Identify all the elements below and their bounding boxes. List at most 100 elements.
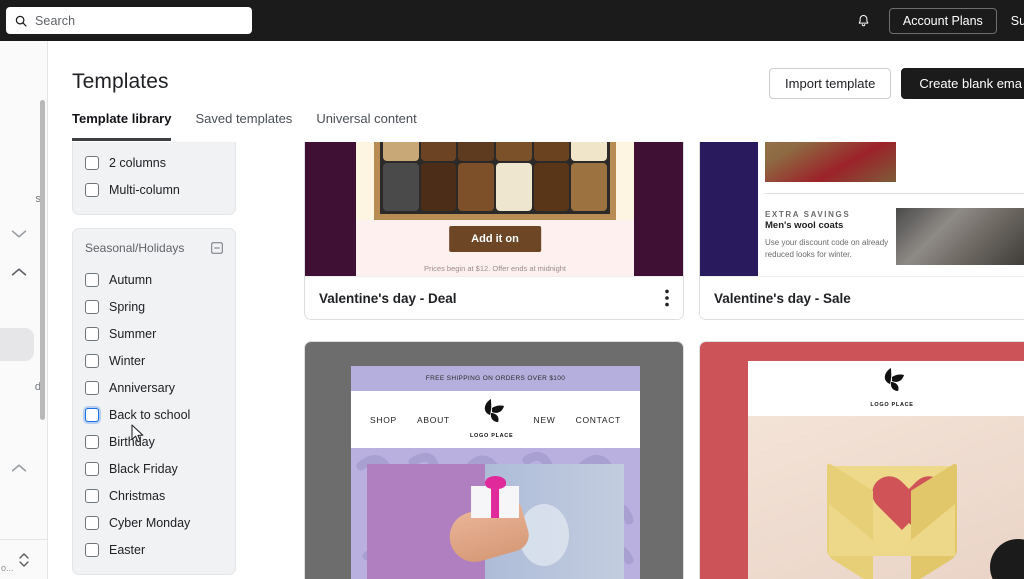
nav-link-about: ABOUT	[417, 414, 450, 425]
template-card-gift-purple[interactable]: FREE SHIPPING ON ORDERS OVER $100 SHOP A…	[304, 341, 684, 579]
hero-image-gift	[351, 448, 640, 579]
filter-group-seasonal-header[interactable]: Seasonal/Holidays	[85, 237, 223, 266]
search-icon	[15, 15, 27, 27]
template-card-valentines-sale[interactable]: EXTRA SAVINGS Men's wool coats Use your …	[699, 142, 1024, 320]
template-card-title: Valentine's day - Sale	[714, 290, 851, 306]
divider	[765, 193, 1024, 194]
brand-logo: LOGO PLACE	[470, 398, 513, 442]
filter-option-christmas[interactable]: Christmas	[85, 482, 223, 509]
filter-label-christmas: Christmas	[109, 488, 166, 503]
global-header: Search Account Plans Supp	[0, 0, 1024, 41]
filter-sidebar: 2 columns Multi-column Seasonal/Holidays	[72, 142, 236, 579]
tab-saved-templates[interactable]: Saved templates	[195, 111, 292, 141]
filter-label-summer: Summer	[109, 326, 157, 341]
template-card-envelope-red[interactable]: LOGO PLACE	[699, 341, 1024, 579]
thumb-inner: Add it on Prices begin at $12. Offer end…	[356, 142, 634, 276]
template-thumbnail-envelope-red[interactable]: LOGO PLACE	[700, 342, 1024, 579]
email-preview: LOGO PLACE	[748, 361, 1024, 579]
checkbox-anniversary[interactable]	[85, 380, 99, 395]
preview-logo-header: LOGO PLACE	[748, 361, 1024, 416]
checkbox-multi-column[interactable]	[85, 182, 99, 197]
savings-body: Use your discount code on already reduce…	[765, 238, 889, 259]
rail-scrollbar[interactable]	[40, 100, 45, 420]
scarf-photo	[896, 208, 1024, 265]
support-link[interactable]: Supp	[1011, 14, 1024, 28]
checkbox-summer[interactable]	[85, 326, 99, 341]
checkbox-christmas[interactable]	[85, 488, 99, 503]
chevron-up-icon-lower[interactable]	[8, 461, 30, 475]
filter-label-back-to-school: Back to school	[109, 407, 191, 422]
shipping-banner: FREE SHIPPING ON ORDERS OVER $100	[351, 366, 640, 391]
checkbox-2-columns[interactable]	[85, 155, 99, 170]
chevron-down-icon[interactable]	[8, 227, 30, 241]
thumb-inner: EXTRA SAVINGS Men's wool coats Use your …	[758, 142, 1024, 276]
left-nav-rail[interactable]: s d o...	[0, 41, 48, 579]
leaf-logo-icon	[484, 398, 504, 422]
shipping-banner-text: FREE SHIPPING ON ORDERS OVER $100	[425, 375, 566, 382]
template-card-footer: Valentine's day - Deal	[305, 276, 683, 319]
checkbox-cyber-monday[interactable]	[85, 515, 99, 530]
filter-option-cyber-monday[interactable]: Cyber Monday	[85, 509, 223, 536]
brand-logo-text: LOGO PLACE	[469, 432, 514, 439]
filter-option-birthday[interactable]: Birthday	[85, 428, 223, 455]
import-template-button[interactable]: Import template	[769, 68, 892, 99]
preview-cta-button: Add it on	[449, 226, 541, 252]
notifications-button[interactable]	[853, 10, 875, 32]
template-thumbnail-valentines-deal[interactable]: Add it on Prices begin at $12. Offer end…	[305, 142, 683, 276]
minus-square-icon[interactable]	[211, 242, 223, 254]
filter-option-back-to-school[interactable]: Back to school	[85, 401, 223, 428]
tab-universal-content[interactable]: Universal content	[316, 111, 416, 141]
rail-selected-item[interactable]	[0, 328, 34, 361]
leaf-logo-icon	[884, 367, 904, 391]
account-plans-button[interactable]: Account Plans	[888, 7, 997, 34]
search-input[interactable]: Search	[6, 7, 252, 34]
filter-label-anniversary: Anniversary	[109, 380, 175, 395]
checkbox-easter[interactable]	[85, 542, 99, 557]
page-header: Templates Import template Create blank e…	[48, 41, 1024, 142]
chevron-up-icon[interactable]	[8, 265, 30, 279]
email-preview: FREE SHIPPING ON ORDERS OVER $100 SHOP A…	[351, 366, 640, 579]
chocolate-box-image	[374, 142, 616, 220]
filter-option-easter[interactable]: Easter	[85, 536, 223, 563]
filter-label-multi-column: Multi-column	[109, 182, 180, 197]
filter-option-2-columns[interactable]: 2 columns	[85, 149, 223, 176]
filter-group-seasonal-title: Seasonal/Holidays	[85, 241, 185, 255]
savings-kicker: EXTRA SAVINGS	[765, 210, 851, 219]
rail-footer-fragment: o...	[1, 563, 14, 573]
checkbox-spring[interactable]	[85, 299, 99, 314]
checkbox-winter[interactable]	[85, 353, 99, 368]
tab-template-library[interactable]: Template library	[72, 111, 172, 141]
gift-box-image	[470, 476, 519, 518]
savings-block: EXTRA SAVINGS Men's wool coats Use your …	[765, 210, 915, 260]
filter-option-anniversary[interactable]: Anniversary	[85, 374, 223, 401]
template-thumbnail-valentines-sale[interactable]: EXTRA SAVINGS Men's wool coats Use your …	[700, 142, 1024, 276]
coat-photo	[765, 142, 896, 182]
filter-option-summer[interactable]: Summer	[85, 320, 223, 347]
filter-option-winter[interactable]: Winter	[85, 347, 223, 374]
create-blank-email-button[interactable]: Create blank ema	[901, 68, 1024, 99]
filter-label-black-friday: Black Friday	[109, 461, 178, 476]
main-content: Templates Import template Create blank e…	[48, 41, 1024, 579]
template-card-valentines-deal[interactable]: Add it on Prices begin at $12. Offer end…	[304, 142, 684, 320]
nav-link-shop: SHOP	[370, 414, 397, 425]
checkbox-back-to-school[interactable]	[85, 407, 99, 422]
savings-heading: Men's wool coats	[765, 220, 844, 231]
checkbox-black-friday[interactable]	[85, 461, 99, 476]
template-thumbnail-gift-purple[interactable]: FREE SHIPPING ON ORDERS OVER $100 SHOP A…	[305, 342, 683, 579]
filter-option-autumn[interactable]: Autumn	[85, 266, 223, 293]
header-actions: Account Plans Supp	[853, 0, 1024, 41]
content-tabs: Template library Saved templates Univers…	[72, 111, 417, 141]
up-down-chevron-icon[interactable]	[17, 550, 31, 570]
brand-logo-text: LOGO PLACE	[870, 401, 914, 408]
filter-label-spring: Spring	[109, 299, 146, 314]
checkbox-autumn[interactable]	[85, 272, 99, 287]
hero-image-envelope	[748, 416, 1024, 579]
filter-option-spring[interactable]: Spring	[85, 293, 223, 320]
preview-navbar: SHOP ABOUT LOGO PLACE NEW CONTACT	[351, 391, 640, 448]
more-vertical-icon[interactable]	[665, 289, 669, 307]
template-card-footer: Valentine's day - Sale	[700, 276, 1024, 319]
checkbox-birthday[interactable]	[85, 434, 99, 449]
filter-option-black-friday[interactable]: Black Friday	[85, 455, 223, 482]
preview-fineprint: Prices begin at $12. Offer ends at midni…	[423, 264, 567, 273]
filter-option-multi-column[interactable]: Multi-column	[85, 176, 223, 203]
